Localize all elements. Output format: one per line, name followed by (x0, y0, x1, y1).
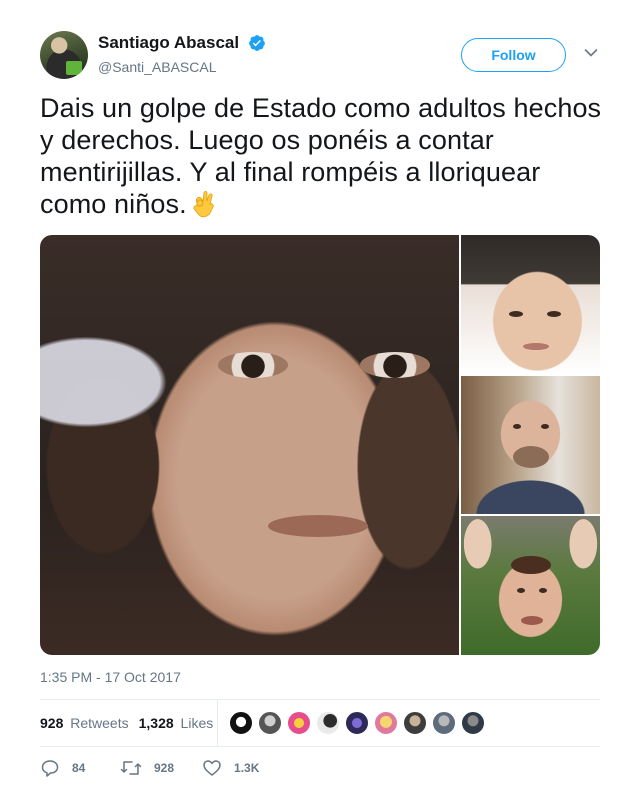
retweets-stat-count: 928 (40, 715, 64, 731)
reply-icon (41, 760, 59, 777)
liker-avatar[interactable] (258, 711, 282, 735)
ok-hand-emoji-icon (193, 191, 214, 218)
photo-eye (360, 352, 430, 378)
photo-eye (541, 424, 549, 429)
photo-beard (513, 446, 549, 468)
photo-mouth (268, 515, 368, 537)
liker-avatar[interactable] (345, 711, 369, 735)
photo-mouth (523, 343, 549, 350)
liker-avatar[interactable] (432, 711, 456, 735)
liker-avatars (229, 711, 490, 735)
liker-avatar[interactable] (287, 711, 311, 735)
tweet-timestamp[interactable]: 1:35 PM - 17 Oct 2017 (40, 669, 181, 685)
like-count: 1.3K (234, 761, 260, 775)
photo-eye (547, 311, 561, 317)
tweet-media-grid[interactable] (40, 235, 600, 655)
retweet-icon (120, 761, 142, 775)
likes-stat[interactable]: 1,328 Likes (139, 715, 214, 731)
liker-avatar[interactable] (374, 711, 398, 735)
chevron-down-icon[interactable] (584, 48, 598, 58)
author-display-name[interactable]: Santiago Abascal (98, 33, 239, 53)
photo-mouth (521, 616, 543, 625)
follow-button[interactable]: Follow (461, 38, 566, 72)
retweet-button[interactable]: 928 (120, 758, 174, 778)
photo-eye (517, 588, 525, 593)
author-info[interactable]: Santiago Abascal @Santi_ABASCAL (98, 33, 266, 75)
likes-stat-count: 1,328 (138, 715, 174, 731)
media-photo-thumb-3[interactable] (461, 516, 600, 655)
retweets-stat-label: Retweets (70, 715, 129, 731)
verified-badge-icon (248, 35, 265, 51)
divider (40, 746, 600, 747)
tweet-body: Dais un golpe de Estado como adultos hec… (40, 93, 602, 219)
retweet-count: 928 (154, 761, 175, 775)
like-button[interactable]: 1.3K (202, 758, 259, 778)
reply-button[interactable]: 84 (40, 758, 92, 778)
tweet-actions: 84 928 1.3K (40, 754, 287, 782)
photo-eye (513, 424, 521, 429)
author-handle[interactable]: @Santi_ABASCAL (98, 59, 266, 75)
heart-icon (203, 760, 221, 776)
media-photo-thumb-2[interactable] (461, 376, 600, 514)
photo-hair (511, 556, 551, 574)
liker-avatar[interactable] (461, 711, 485, 735)
tweet-card: Santiago Abascal @Santi_ABASCAL Follow D… (0, 0, 640, 808)
media-photo-thumb-1[interactable] (461, 235, 600, 374)
stats-separator (217, 700, 218, 746)
photo-eye (539, 588, 547, 593)
tweet-stats: 928 Retweets 1,328 Likes (40, 700, 600, 746)
media-photo-main[interactable] (40, 235, 459, 655)
photo-eye (218, 352, 288, 378)
author-avatar[interactable] (40, 31, 88, 79)
avatar-podium (66, 61, 82, 75)
liker-avatar[interactable] (316, 711, 340, 735)
liker-avatar[interactable] (403, 711, 427, 735)
photo-eye (509, 311, 523, 317)
liker-avatar[interactable] (229, 711, 253, 735)
tweet-text: Dais un golpe de Estado como adultos hec… (40, 92, 605, 220)
reply-count: 84 (72, 761, 86, 775)
likes-stat-label: Likes (180, 715, 214, 731)
retweets-stat[interactable]: 928 Retweets (40, 715, 129, 731)
